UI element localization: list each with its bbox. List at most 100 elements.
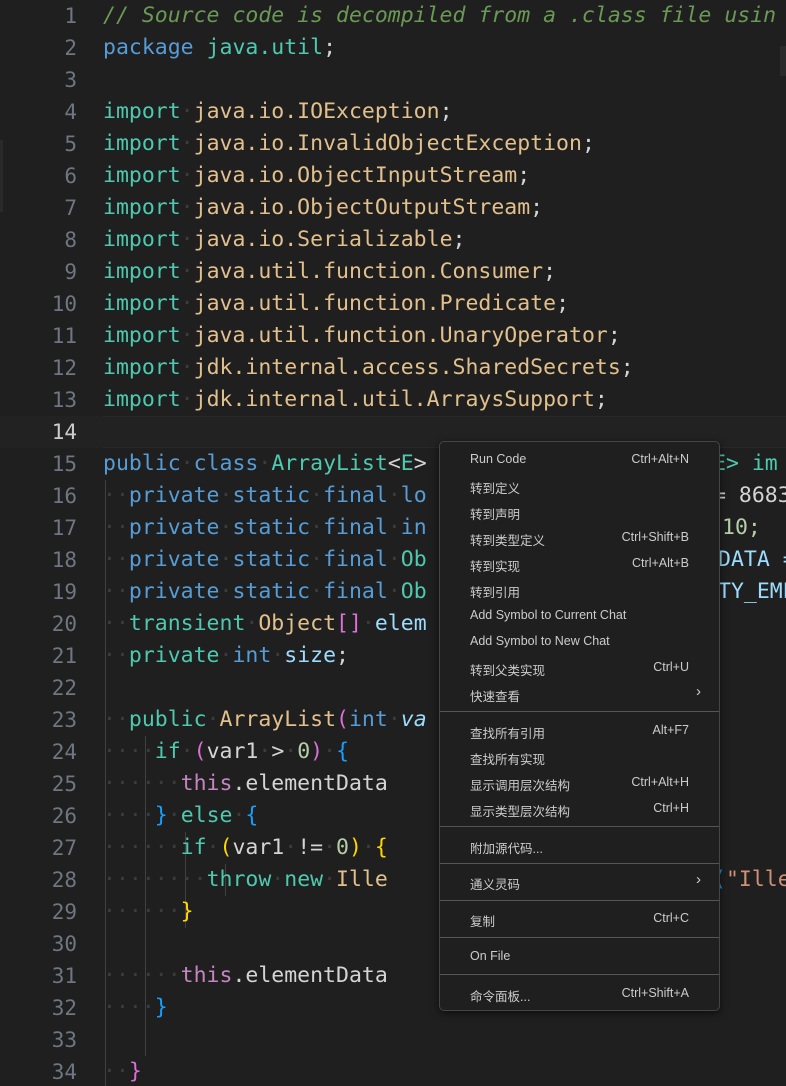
keyword: private: [128, 643, 220, 668]
keyword: class: [193, 451, 259, 476]
type: in: [400, 515, 427, 540]
menu-item-show-call-hierarchy[interactable]: 显示调用层次结构 Ctrl+Alt+H: [440, 770, 719, 796]
punct: ;: [607, 323, 621, 348]
code-fragment: TY_EMP: [718, 579, 786, 604]
code-line[interactable]: 10 import·java.util.function.Predicate;: [0, 288, 786, 320]
code-line[interactable]: 7 import·java.io.ObjectOutputStream;: [0, 192, 786, 224]
keyword: this: [180, 963, 233, 988]
menu-item-run-code[interactable]: Run Code Ctrl+Alt+N: [440, 447, 719, 473]
menu-item-go-to-declaration[interactable]: 转到声明: [440, 499, 719, 525]
punct: ;: [581, 131, 595, 156]
keyword: transient: [128, 611, 246, 636]
keyword: final: [323, 515, 388, 540]
keyword: final: [323, 547, 388, 572]
line-number: 24: [51, 740, 77, 764]
code-line[interactable]: 1 // Source code is decompiled from a .c…: [0, 0, 786, 32]
menu-shortcut: Ctrl+Shift+A: [621, 986, 689, 1000]
code-line[interactable]: 13 import·jdk.internal.util.ArraysSuppor…: [0, 384, 786, 416]
punct: ): [349, 835, 362, 860]
punct: ;: [543, 259, 557, 284]
keyword: if: [154, 739, 181, 764]
menu-shortcut: Ctrl+U: [653, 660, 689, 674]
code-line[interactable]: 33: [0, 1024, 786, 1056]
menu-label: 通义灵码: [470, 878, 521, 892]
line-number: 21: [51, 644, 77, 668]
keyword: import: [103, 163, 181, 188]
punct: {: [374, 835, 388, 860]
line-number: 29: [51, 900, 77, 924]
line-number: 31: [51, 964, 77, 988]
menu-item-peek[interactable]: 快速查看 ›: [440, 681, 719, 707]
menu-item-find-all-implementations[interactable]: 查找所有实现: [440, 744, 719, 770]
menu-item-go-to-definition[interactable]: 转到定义: [440, 473, 719, 499]
menu-item-go-to-type-definition[interactable]: 转到类型定义 Ctrl+Shift+B: [440, 525, 719, 551]
menu-item-go-to-implementation[interactable]: 转到实现 Ctrl+Alt+B: [440, 551, 719, 577]
menu-shortcut: Ctrl+C: [653, 911, 689, 925]
code-line[interactable]: 2 package java.util;: [0, 32, 786, 64]
import-path: java.io.InvalidObjectException: [193, 131, 582, 156]
code-fragment: DATA =: [718, 547, 786, 572]
menu-item-tongyi-lingma[interactable]: 通义灵码 ›: [440, 869, 719, 895]
line-number: 8: [64, 228, 77, 252]
code-line[interactable]: 12 import·jdk.internal.access.SharedSecr…: [0, 352, 786, 384]
code-line[interactable]: 4 import·java.io.IOException;: [0, 96, 786, 128]
keyword: throw: [206, 867, 272, 892]
menu-shortcut: Ctrl+Alt+N: [631, 452, 689, 466]
menu-item-add-symbol-current-chat[interactable]: Add Symbol to Current Chat: [440, 603, 719, 629]
code-line[interactable]: 11 import·java.util.function.UnaryOperat…: [0, 320, 786, 352]
menu-item-find-all-references[interactable]: 查找所有引用 Alt+F7: [440, 718, 719, 744]
code-line[interactable]: 5 import·java.io.InvalidObjectException;: [0, 128, 786, 160]
menu-label: 显示类型层次结构: [470, 805, 571, 819]
chevron-right-icon: ›: [696, 871, 701, 888]
identifier: size: [284, 643, 337, 668]
menu-item-go-to-references[interactable]: 转到引用: [440, 577, 719, 603]
punct: ): [310, 739, 324, 764]
context-menu: Run Code Ctrl+Alt+N 转到定义 转到声明 转到类型定义 Ctrl+…: [439, 441, 720, 1011]
keyword: private: [128, 515, 220, 540]
punct: <: [387, 451, 401, 476]
code-line[interactable]: 9 import·java.util.function.Consumer;: [0, 256, 786, 288]
punct: []: [336, 611, 362, 636]
type: lo: [400, 483, 427, 508]
line-number: 15: [51, 452, 77, 476]
class-name: ArrayList: [271, 451, 388, 476]
menu-item-attach-source[interactable]: 附加源代码...: [440, 833, 719, 859]
type: Ob: [400, 547, 427, 572]
keyword: if: [180, 835, 207, 860]
menu-label: 查找所有引用: [470, 727, 546, 741]
code-line[interactable]: 34 ··}: [0, 1056, 786, 1086]
punct: ;: [323, 35, 337, 60]
menu-item-on-file[interactable]: On File: [440, 944, 719, 970]
line-number: 19: [51, 580, 77, 604]
menu-item-show-type-hierarchy[interactable]: 显示类型层次结构 Ctrl+H: [440, 796, 719, 822]
code-line[interactable]: 8 import·java.io.Serializable;: [0, 224, 786, 256]
code-line[interactable]: 3: [0, 64, 786, 96]
keyword: this: [180, 771, 233, 796]
menu-separator: [440, 711, 719, 712]
menu-label: Add Symbol to Current Chat: [470, 608, 627, 622]
type-param: E: [400, 451, 414, 476]
operator: !=: [297, 835, 324, 860]
menu-separator: [440, 937, 719, 938]
menu-item-add-symbol-new-chat[interactable]: Add Symbol to New Chat: [440, 629, 719, 655]
line-number: 28: [51, 868, 77, 892]
menu-item-copy[interactable]: 复制 Ctrl+C: [440, 906, 719, 932]
line-number: 13: [51, 388, 77, 412]
punct: ;: [439, 99, 453, 124]
menu-item-command-palette[interactable]: 命令面板... Ctrl+Shift+A: [440, 981, 719, 1007]
menu-item-go-to-super-implementation[interactable]: 转到父类实现 Ctrl+U: [440, 655, 719, 681]
keyword: import: [103, 323, 181, 348]
punct: }: [128, 1059, 142, 1084]
keyword: package: [103, 35, 194, 60]
menu-shortcut: Ctrl+Alt+H: [631, 775, 689, 789]
punct: }: [180, 899, 194, 924]
line-number: 10: [51, 292, 77, 316]
code-fragment: = 8683: [713, 483, 786, 508]
line-number: 33: [51, 1028, 77, 1052]
code-line[interactable]: 6 import·java.io.ObjectInputStream;: [0, 160, 786, 192]
menu-label: 转到定义: [470, 482, 521, 496]
menu-separator: [440, 863, 719, 864]
menu-separator: [440, 900, 719, 901]
punct: ;: [530, 195, 544, 220]
code-fragment: E> im: [713, 451, 778, 476]
